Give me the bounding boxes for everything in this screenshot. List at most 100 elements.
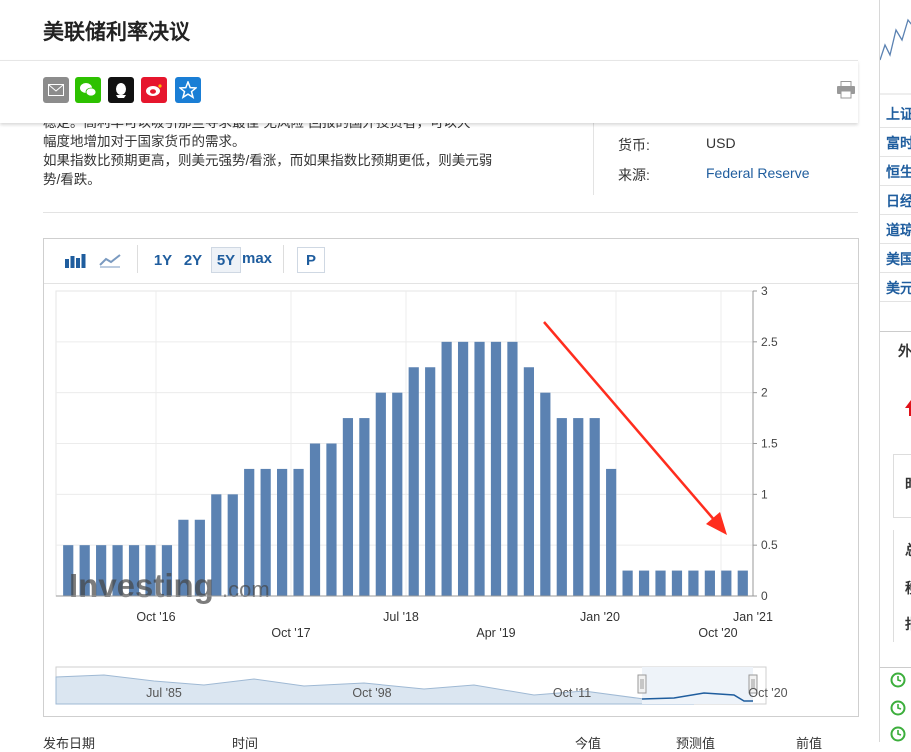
market-link[interactable]: 美国 bbox=[886, 249, 911, 269]
row-label: 移 bbox=[905, 578, 911, 598]
market-link[interactable]: 上证 bbox=[886, 104, 911, 124]
divider bbox=[880, 301, 911, 302]
bar bbox=[606, 468, 617, 596]
bar bbox=[457, 341, 469, 596]
bar bbox=[523, 367, 534, 596]
bar bbox=[540, 392, 551, 596]
bar bbox=[342, 418, 354, 596]
bar bbox=[671, 570, 683, 596]
y-tick-label: 0.5 bbox=[761, 538, 778, 552]
column-header: 预测值 bbox=[676, 736, 716, 751]
description-line: 幅度地增加对于国家货币的需求。 bbox=[43, 134, 246, 149]
chart-container: 1Y 2Y 5Y max P Investing .com 0 0.5 1 1.5 2 2… bbox=[43, 238, 859, 717]
bar-chart: Investing .com 0 0.5 1 1.5 2 2.5 3 Oct '16 Jul '… bbox=[55, 284, 788, 705]
description-line: 如果指数比预期更高，则美元强势/看涨，而如果指数比预期更低，则美元弱 bbox=[43, 153, 493, 168]
divider bbox=[880, 156, 911, 157]
bar bbox=[359, 418, 370, 596]
column-header: 前值 bbox=[796, 736, 823, 751]
market-link[interactable]: 恒生 bbox=[886, 162, 911, 182]
bar bbox=[425, 367, 436, 596]
column-header: 时间 bbox=[232, 736, 259, 751]
arrow-up-icon bbox=[905, 400, 911, 416]
wechat-icon[interactable] bbox=[75, 77, 101, 103]
bar bbox=[622, 570, 633, 596]
divider bbox=[43, 212, 858, 213]
watermark-text: .com bbox=[222, 577, 270, 602]
info-panel: 货币: USD 来源: Federal Reserve bbox=[593, 113, 859, 195]
row-label: 时 bbox=[905, 474, 911, 494]
page-title: 美联储利率决议 bbox=[43, 21, 190, 44]
y-tick-label: 1.5 bbox=[761, 437, 778, 451]
y-tick-label: 2.5 bbox=[761, 335, 778, 349]
x-tick-label: Oct '17 bbox=[271, 626, 310, 640]
weibo-icon[interactable] bbox=[141, 77, 167, 103]
navigator-label: Oct '20 bbox=[748, 686, 787, 700]
bar bbox=[293, 468, 304, 596]
currency-value: USD bbox=[706, 135, 736, 151]
clock-icon bbox=[890, 700, 906, 716]
market-link[interactable]: 美元 bbox=[886, 278, 911, 298]
print-icon[interactable] bbox=[836, 81, 856, 99]
bar bbox=[326, 443, 337, 596]
navigator-label: Oct '11 bbox=[553, 686, 591, 700]
divider bbox=[880, 272, 911, 273]
bar bbox=[490, 341, 502, 596]
x-tick-label: Jan '21 bbox=[733, 610, 773, 624]
bar bbox=[655, 570, 666, 596]
bar bbox=[638, 570, 650, 596]
bar bbox=[688, 570, 699, 596]
right-sidebar: 上证富时恒生日经道琼美国美元 外 时 总 移 指 bbox=[879, 0, 911, 742]
mini-chart bbox=[880, 18, 911, 95]
watermark: Investing .com bbox=[69, 567, 270, 604]
watermark-text: Investing bbox=[69, 567, 214, 604]
bar bbox=[392, 392, 403, 596]
x-tick-label: Oct '20 bbox=[698, 626, 737, 640]
tab-fx[interactable]: 外 bbox=[898, 341, 911, 361]
divider bbox=[880, 331, 911, 332]
star-icon[interactable] bbox=[175, 77, 201, 103]
bar bbox=[309, 443, 321, 596]
bar bbox=[507, 341, 518, 596]
navigator[interactable]: Jul '85 Oct '98 Oct '11 Oct '20 bbox=[55, 666, 788, 705]
x-tick-label: Apr '19 bbox=[476, 626, 515, 640]
column-header: 发布日期 bbox=[43, 736, 96, 751]
navigator-label: Jul '85 bbox=[146, 686, 182, 700]
bar bbox=[474, 341, 485, 596]
navigator-label: Oct '98 bbox=[352, 686, 391, 700]
qq-icon[interactable] bbox=[108, 77, 134, 103]
navigator-handle bbox=[637, 674, 647, 694]
bar bbox=[721, 570, 732, 596]
clock-icon bbox=[890, 726, 906, 742]
y-tick-label: 3 bbox=[761, 284, 768, 298]
market-link[interactable]: 富时 bbox=[886, 133, 911, 153]
y-tick-label: 1 bbox=[761, 487, 768, 501]
y-tick-label: 0 bbox=[761, 589, 768, 603]
share-bar bbox=[0, 60, 858, 123]
bar bbox=[556, 418, 567, 596]
x-tick-label: Jan '20 bbox=[580, 610, 620, 624]
market-link[interactable]: 日经 bbox=[886, 191, 911, 211]
bar bbox=[573, 418, 584, 596]
market-link[interactable]: 道琼 bbox=[886, 220, 911, 240]
row-label: 总 bbox=[905, 540, 911, 560]
bar bbox=[704, 570, 715, 596]
bar bbox=[589, 418, 600, 596]
row-label: 指 bbox=[905, 614, 911, 634]
clock-icon bbox=[890, 672, 906, 688]
divider bbox=[880, 127, 911, 128]
divider bbox=[880, 185, 911, 186]
column-header: 今值 bbox=[575, 736, 602, 751]
grid bbox=[55, 290, 754, 597]
bar bbox=[408, 367, 419, 596]
bar bbox=[277, 468, 288, 596]
source-label: 来源: bbox=[618, 167, 650, 183]
email-icon[interactable] bbox=[43, 77, 69, 103]
currency-label: 货币: bbox=[618, 137, 650, 153]
description-line: 势/看跌。 bbox=[43, 172, 101, 187]
source-link[interactable]: Federal Reserve bbox=[706, 165, 810, 181]
divider bbox=[880, 243, 911, 244]
bar bbox=[441, 341, 452, 596]
divider bbox=[880, 667, 911, 668]
x-tick-label: Jul '18 bbox=[383, 610, 419, 624]
divider bbox=[880, 214, 911, 215]
